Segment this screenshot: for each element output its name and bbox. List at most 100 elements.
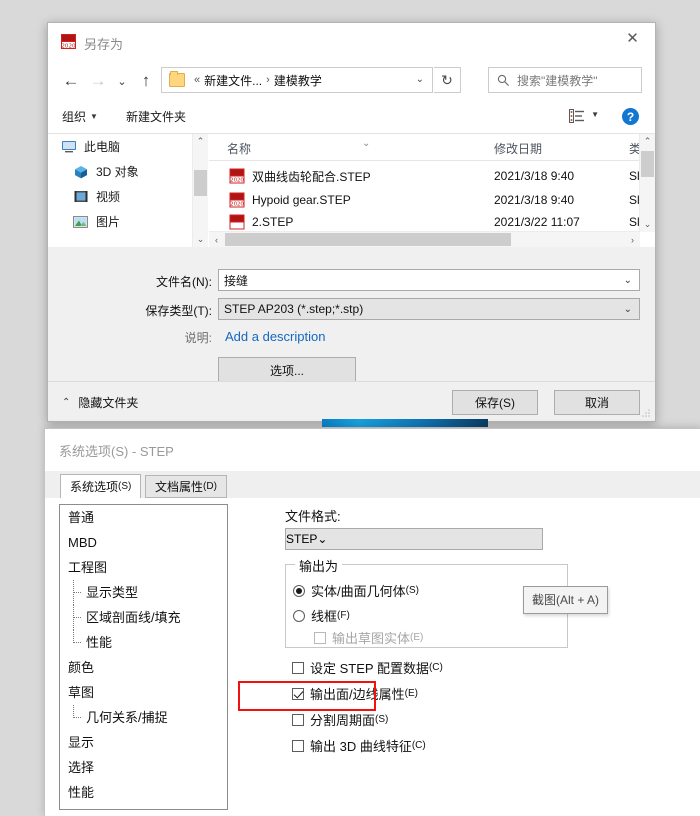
checkbox-accesskey: (E) [410, 632, 424, 643]
nav-pane-scrollbar[interactable]: ⌃ ⌄ [192, 134, 208, 247]
close-icon[interactable]: ✕ [610, 23, 655, 53]
svg-text:2020: 2020 [230, 202, 244, 208]
scrollbar-thumb[interactable] [225, 233, 511, 246]
checkbox-export-3d-curve-features[interactable]: 输出 3D 曲线特征 (C) [292, 736, 426, 755]
tab-accesskey: (D) [203, 481, 217, 492]
address-bar[interactable]: « 新建文件... › 建模教学 ⌄ [161, 67, 433, 93]
scroll-right-icon[interactable]: › [625, 232, 640, 247]
category-item-2[interactable]: 工程图 [60, 555, 227, 580]
filename-value: 接缝 [224, 273, 249, 288]
category-item-9[interactable]: 显示 [60, 730, 227, 755]
tab-system-options[interactable]: 系统选项 (S) [60, 474, 142, 499]
chevron-down-icon[interactable]: ⌄ [624, 304, 632, 315]
view-options-button[interactable]: ▼ [569, 109, 599, 123]
nav-item-1[interactable]: 3D 对象 [48, 159, 208, 184]
tab-document-properties[interactable]: 文档属性 (D) [145, 475, 227, 498]
search-input[interactable]: 搜索"建模教学" [517, 72, 598, 89]
checkbox-split-periodic-faces[interactable]: 分割周期面 (S) [292, 710, 388, 729]
file-format-value: STEP [286, 532, 318, 546]
category-item-6[interactable]: 颜色 [60, 655, 227, 680]
output-as-legend: 输出为 [295, 556, 343, 575]
breadcrumb-item-1[interactable]: 建模教学 [274, 72, 322, 89]
checkbox-label: 分割周期面 [310, 713, 376, 728]
add-description-link[interactable]: Add a description [225, 329, 325, 344]
file-list-horizontal-scrollbar[interactable]: ‹ › [209, 231, 640, 247]
scroll-left-icon[interactable]: ‹ [209, 232, 224, 247]
category-item-12[interactable]: 装配体 [60, 805, 227, 809]
category-item-1[interactable]: MBD [60, 530, 227, 555]
radio-label: 线框 [311, 609, 338, 624]
table-row[interactable]: 2.STEP 2021/3/22 11:07 Sl [209, 212, 640, 232]
scroll-down-icon[interactable]: ⌄ [640, 217, 655, 232]
chevron-down-icon[interactable]: ⌄ [624, 275, 632, 286]
tab-label: 系统选项 [70, 480, 119, 494]
search-box[interactable]: 搜索"建模教学" [488, 67, 642, 93]
category-item-7[interactable]: 草图 [60, 680, 227, 705]
nav-item-label: 视频 [96, 190, 121, 204]
filetype-select[interactable]: STEP AP203 (*.step;*.stp) ⌄ [218, 298, 640, 320]
solidworks-2020-icon: 2020 [61, 34, 76, 49]
category-item-3[interactable]: 显示类型 [60, 580, 227, 605]
scroll-down-icon[interactable]: ⌄ [193, 232, 208, 247]
screenshot-tooltip: 截图(Alt + A) [523, 586, 609, 614]
nav-item-3[interactable]: 图片 [48, 209, 208, 234]
hide-folders-toggle[interactable]: ⌃ 隐藏文件夹 [62, 394, 138, 411]
back-icon[interactable]: ← [59, 69, 83, 93]
file-date: 2021/3/22 11:07 [494, 215, 580, 229]
category-item-5[interactable]: 性能 [60, 630, 227, 655]
radio-off-icon [293, 609, 305, 622]
options-content: 普通 MBD 工程图 显示类型 区域剖面线/填充 性能 颜色 草图 几何关系/捕… [45, 498, 700, 816]
checkbox-export-sketch-entities: 输出草图实体 (E) [314, 628, 423, 647]
recent-locations-icon[interactable]: ⌄ [110, 69, 134, 93]
system-options-title: 系统选项(S) - STEP [59, 444, 174, 459]
forward-icon: → [89, 71, 107, 90]
nav-item-2[interactable]: 视频 [48, 184, 208, 209]
save-button[interactable]: 保存(S) [452, 390, 538, 415]
category-item-4[interactable]: 区域剖面线/填充 [60, 605, 227, 630]
column-header-date[interactable]: 修改日期 [494, 140, 542, 157]
new-folder-button[interactable]: 新建文件夹 [126, 108, 186, 125]
up-icon[interactable]: ↑ [134, 69, 158, 93]
chevron-down-icon[interactable]: ⌄ [317, 532, 327, 546]
scrollbar-thumb[interactable] [641, 151, 654, 177]
scroll-up-icon[interactable]: ⌃ [193, 134, 208, 149]
chevron-down-icon[interactable]: ⌄ [416, 74, 424, 85]
help-icon[interactable]: ? [622, 108, 639, 125]
file-list-vertical-scrollbar[interactable]: ⌃ ⌄ [639, 134, 655, 232]
cancel-button[interactable]: 取消 [554, 390, 640, 415]
scrollbar-thumb[interactable] [194, 170, 207, 196]
column-header-name[interactable]: 名称 ⌄ [227, 138, 370, 157]
radio-wireframe[interactable]: 线框 (F) [293, 606, 350, 625]
category-item-8[interactable]: 几何关系/捕捉 [60, 705, 227, 730]
table-row[interactable]: 2020 Hypoid gear.STEP 2021/3/18 9:40 Sl [209, 188, 640, 212]
options-button[interactable]: 选项... [218, 357, 356, 383]
view-list-icon [569, 109, 585, 123]
scroll-up-icon[interactable]: ⌃ [640, 134, 655, 149]
radio-label: 实体/曲面几何体 [311, 584, 406, 599]
file-name: 2.STEP [252, 215, 294, 229]
checkbox-checked-icon [292, 687, 304, 700]
breadcrumb-sep: › [266, 74, 270, 86]
refresh-icon[interactable]: ↻ [434, 67, 461, 93]
checkbox-step-config-data[interactable]: 设定 STEP 配置数据 (C) [292, 658, 443, 677]
nav-item-label: 此电脑 [84, 140, 121, 154]
category-item-11[interactable]: 性能 [60, 780, 227, 805]
radio-solid-surface[interactable]: 实体/曲面几何体 (S) [293, 581, 419, 600]
folder-icon [169, 71, 185, 87]
checkbox-accesskey: (S) [375, 714, 389, 725]
step-file-icon: 2020 [229, 168, 245, 184]
organize-button[interactable]: 组织 ▼ [62, 108, 98, 125]
breadcrumb-item-0[interactable]: 新建文件... [204, 72, 262, 89]
filetype-label: 保存类型(T): [145, 304, 212, 318]
checkbox-face-edge-properties[interactable]: 输出面/边线属性 (E) [292, 684, 418, 703]
resize-grip-icon[interactable] [641, 408, 651, 418]
filename-input[interactable]: 接缝 ⌄ [218, 269, 640, 291]
file-format-select[interactable]: STEP ⌄ [285, 528, 543, 550]
category-item-0[interactable]: 普通 [60, 505, 227, 530]
nav-item-label: 图片 [96, 215, 121, 229]
table-row[interactable]: 2020 双曲线齿轮配合.STEP 2021/3/18 9:40 Sl [209, 164, 640, 188]
system-options-dialog: 系统选项(S) - STEP 系统选项 (S) 文档属性 (D) 普通 MBD 工程… [44, 428, 700, 816]
category-item-10[interactable]: 选择 [60, 755, 227, 780]
category-list[interactable]: 普通 MBD 工程图 显示类型 区域剖面线/填充 性能 颜色 草图 几何关系/捕… [59, 504, 228, 810]
nav-item-0[interactable]: 此电脑 [48, 134, 208, 159]
